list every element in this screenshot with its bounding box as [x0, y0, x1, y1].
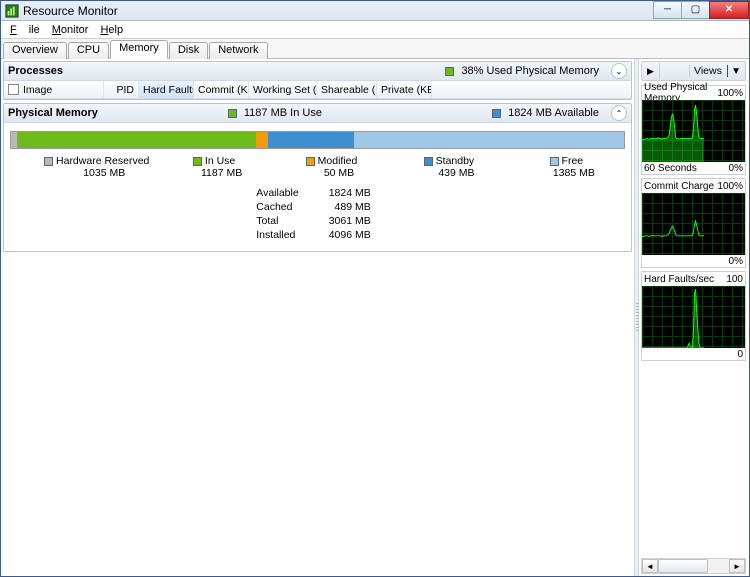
menu-bar: File Monitor Help	[1, 21, 749, 39]
avail-label: 1824 MB Available	[508, 107, 599, 119]
menu-monitor[interactable]: Monitor	[46, 22, 95, 38]
menu-file[interactable]: File	[4, 22, 46, 38]
charts-toolbar: ▶ Views│▼	[641, 61, 746, 81]
scroll-left-button[interactable]: ◄	[642, 559, 658, 573]
processes-title: Processes	[8, 65, 63, 77]
collapse-charts-button[interactable]: ▶	[642, 63, 660, 79]
inuse-label: 1187 MB In Use	[244, 107, 322, 119]
chart-used-memory: Used Physical Memory100% 60 Seconds0%	[641, 85, 746, 175]
charts-scrollbar[interactable]: ◄ ►	[641, 558, 746, 574]
tab-cpu[interactable]: CPU	[68, 42, 109, 59]
segment-inuse	[17, 132, 256, 148]
tab-overview[interactable]: Overview	[3, 42, 67, 59]
col-pid[interactable]: PID	[104, 81, 139, 98]
inuse-icon	[228, 109, 237, 118]
memory-stats: Available1824 MB Cached489 MB Total3061 …	[10, 185, 625, 243]
app-icon	[5, 4, 19, 18]
col-spacer	[432, 81, 631, 98]
physical-memory-header[interactable]: Physical Memory 1187 MB In Use 1824 MB A…	[4, 104, 631, 123]
tab-bar: Overview CPU Memory Disk Network	[1, 39, 749, 59]
col-working-set[interactable]: Working Set (K...	[249, 81, 317, 98]
minimize-button[interactable]: ─	[653, 1, 681, 19]
processes-header[interactable]: Processes 38% Used Physical Memory ⌄	[4, 62, 631, 81]
legend-mod: Modified50 MB	[273, 155, 390, 179]
physical-memory-panel: Physical Memory 1187 MB In Use 1824 MB A…	[3, 103, 632, 252]
processes-summary: 38% Used Physical Memory	[461, 65, 599, 77]
memory-bar	[10, 131, 625, 149]
legend-hw: Hardware Reserved1035 MB	[38, 155, 155, 179]
col-shareable[interactable]: Shareable (KB)	[317, 81, 377, 98]
select-all-checkbox[interactable]	[8, 84, 19, 95]
tab-network[interactable]: Network	[209, 42, 267, 59]
chart-commit-charge: Commit Charge100% 0%	[641, 178, 746, 268]
close-button[interactable]: ✕	[709, 1, 749, 19]
collapse-icon[interactable]: ⌃	[611, 105, 627, 121]
window-title: Resource Monitor	[23, 4, 653, 18]
views-dropdown[interactable]: Views│▼	[689, 65, 745, 77]
scroll-thumb[interactable]	[658, 559, 708, 573]
legend-free: Free1385 MB	[508, 155, 625, 179]
usage-icon	[445, 67, 454, 76]
menu-help[interactable]: Help	[94, 22, 129, 38]
col-commit[interactable]: Commit (KB)	[194, 81, 249, 98]
titlebar[interactable]: Resource Monitor ─ ▢ ✕	[1, 1, 749, 21]
process-columns: Image PID Hard Faults... Commit (KB) Wor…	[4, 81, 631, 99]
avail-icon	[492, 109, 501, 118]
charts-pane: ▶ Views│▼ Used Physical Memory100% 60 Se…	[639, 59, 749, 576]
col-private[interactable]: Private (KB)	[377, 81, 432, 98]
col-image[interactable]: Image	[4, 81, 104, 98]
legend-stand: Standby439 MB	[390, 155, 507, 179]
maximize-button[interactable]: ▢	[681, 1, 709, 19]
processes-panel: Processes 38% Used Physical Memory ⌄ Ima…	[3, 61, 632, 100]
legend-inuse: In Use1187 MB	[155, 155, 272, 179]
chart-hard-faults: Hard Faults/sec100 0	[641, 271, 746, 361]
tab-memory[interactable]: Memory	[110, 40, 168, 59]
physical-memory-title: Physical Memory	[8, 107, 98, 119]
splitter[interactable]	[634, 59, 639, 576]
segment-free	[354, 132, 624, 148]
tab-disk[interactable]: Disk	[169, 42, 208, 59]
window-buttons: ─ ▢ ✕	[653, 1, 749, 20]
scroll-right-button[interactable]: ►	[729, 559, 745, 573]
scroll-track[interactable]	[658, 559, 729, 573]
memory-legend: Hardware Reserved1035 MBIn Use1187 MBMod…	[10, 155, 625, 179]
collapse-icon[interactable]: ⌄	[611, 63, 627, 79]
resource-monitor-window: Resource Monitor ─ ▢ ✕ File Monitor Help…	[0, 0, 750, 577]
col-hard-faults[interactable]: Hard Faults...	[139, 81, 194, 98]
segment-mod	[256, 132, 268, 148]
main-pane: Processes 38% Used Physical Memory ⌄ Ima…	[1, 59, 634, 576]
segment-stand	[268, 132, 354, 148]
